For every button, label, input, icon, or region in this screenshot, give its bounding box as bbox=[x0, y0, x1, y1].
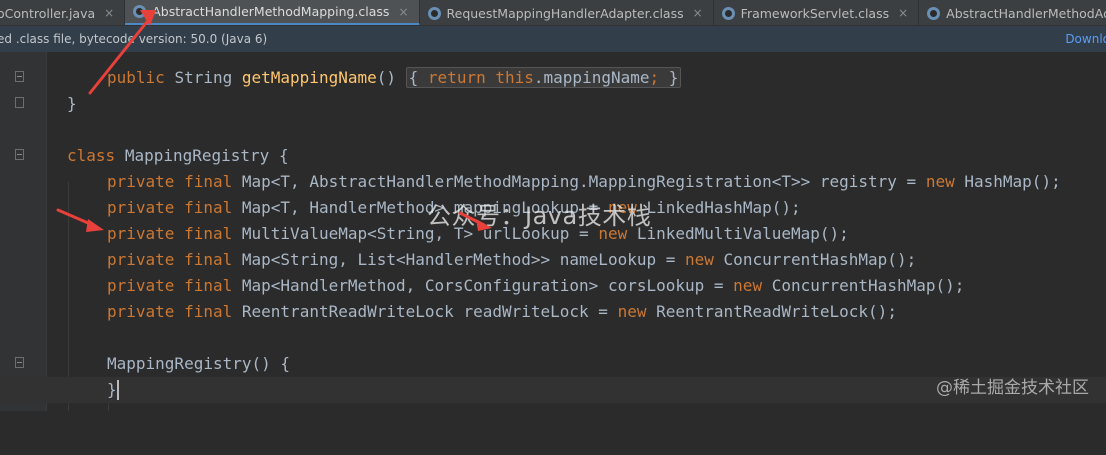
annotation-arrows bbox=[56, 10, 492, 232]
arrow-over-watermark bbox=[458, 211, 492, 231]
arrow-to-active-tab bbox=[88, 10, 156, 95]
arrow-to-url-lookup bbox=[56, 208, 104, 232]
